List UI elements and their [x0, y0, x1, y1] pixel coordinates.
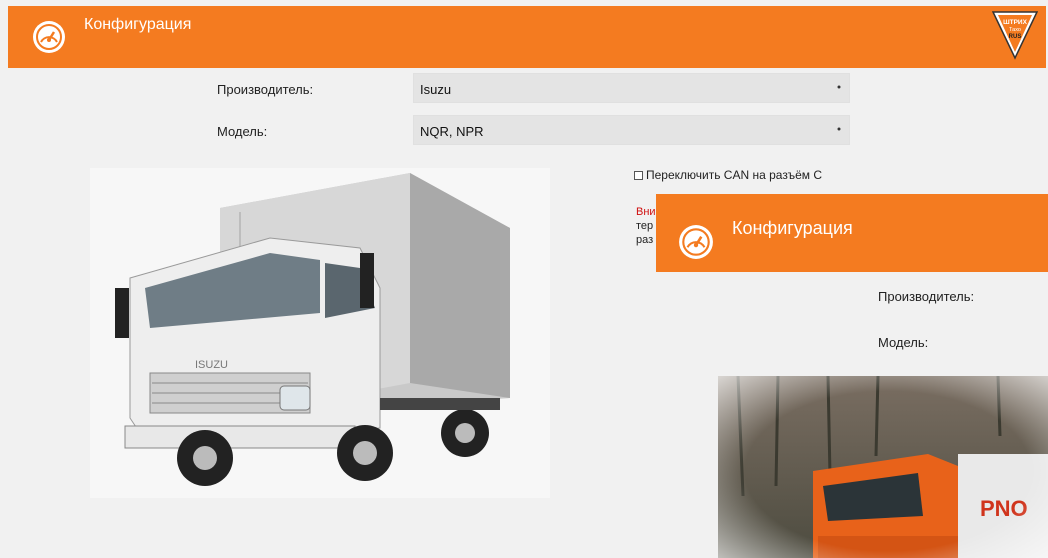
- brand-line2: Тахо: [1009, 27, 1021, 33]
- can-switch-label: Переключить CAN на разъём С: [646, 168, 822, 182]
- brand-logo: ШТРИХ Тахо RUS: [992, 11, 1038, 60]
- chevron-down-icon: [837, 85, 841, 89]
- header-bar: Конфигурация ШТРИХ Тахо RUS: [8, 6, 1046, 68]
- warning-text: Вни тер раз: [636, 205, 656, 247]
- speedometer-icon: [679, 225, 713, 259]
- can-switch-checkbox[interactable]: [634, 170, 643, 180]
- overlay-header-bar: Конфигурация: [656, 194, 1048, 272]
- truck-image: ISUZU: [90, 168, 550, 498]
- model-value: NQR, NPR: [420, 124, 484, 139]
- overlay-model-label: Модель:: [878, 335, 929, 350]
- page-title: Конфигурация: [84, 16, 192, 33]
- model-label: Модель:: [217, 124, 268, 139]
- warning-line2: тер: [636, 220, 654, 232]
- chevron-down-icon: [837, 127, 841, 131]
- warning-line1: Вни: [636, 206, 656, 218]
- overlay-title: Конфигурация: [732, 218, 853, 238]
- manufacturer-label: Производитель:: [217, 82, 314, 97]
- brand-line1: ШТРИХ: [1003, 19, 1028, 26]
- warning-line3: раз: [636, 234, 654, 246]
- truck-photo: PNO: [718, 376, 1048, 558]
- manufacturer-select[interactable]: Isuzu: [413, 73, 850, 103]
- svg-text:ISUZU: ISUZU: [195, 359, 228, 371]
- brand-line3: RUS: [1009, 34, 1022, 40]
- app-window: Конфигурация ШТРИХ Тахо RUS Производител…: [0, 0, 1048, 558]
- can-switch-row[interactable]: Переключить CAN на разъём С: [634, 168, 822, 182]
- speedometer-icon: [33, 21, 65, 53]
- manufacturer-value: Isuzu: [420, 82, 452, 97]
- model-select[interactable]: NQR, NPR: [413, 115, 850, 145]
- overlay-manufacturer-label: Производитель:: [878, 289, 975, 304]
